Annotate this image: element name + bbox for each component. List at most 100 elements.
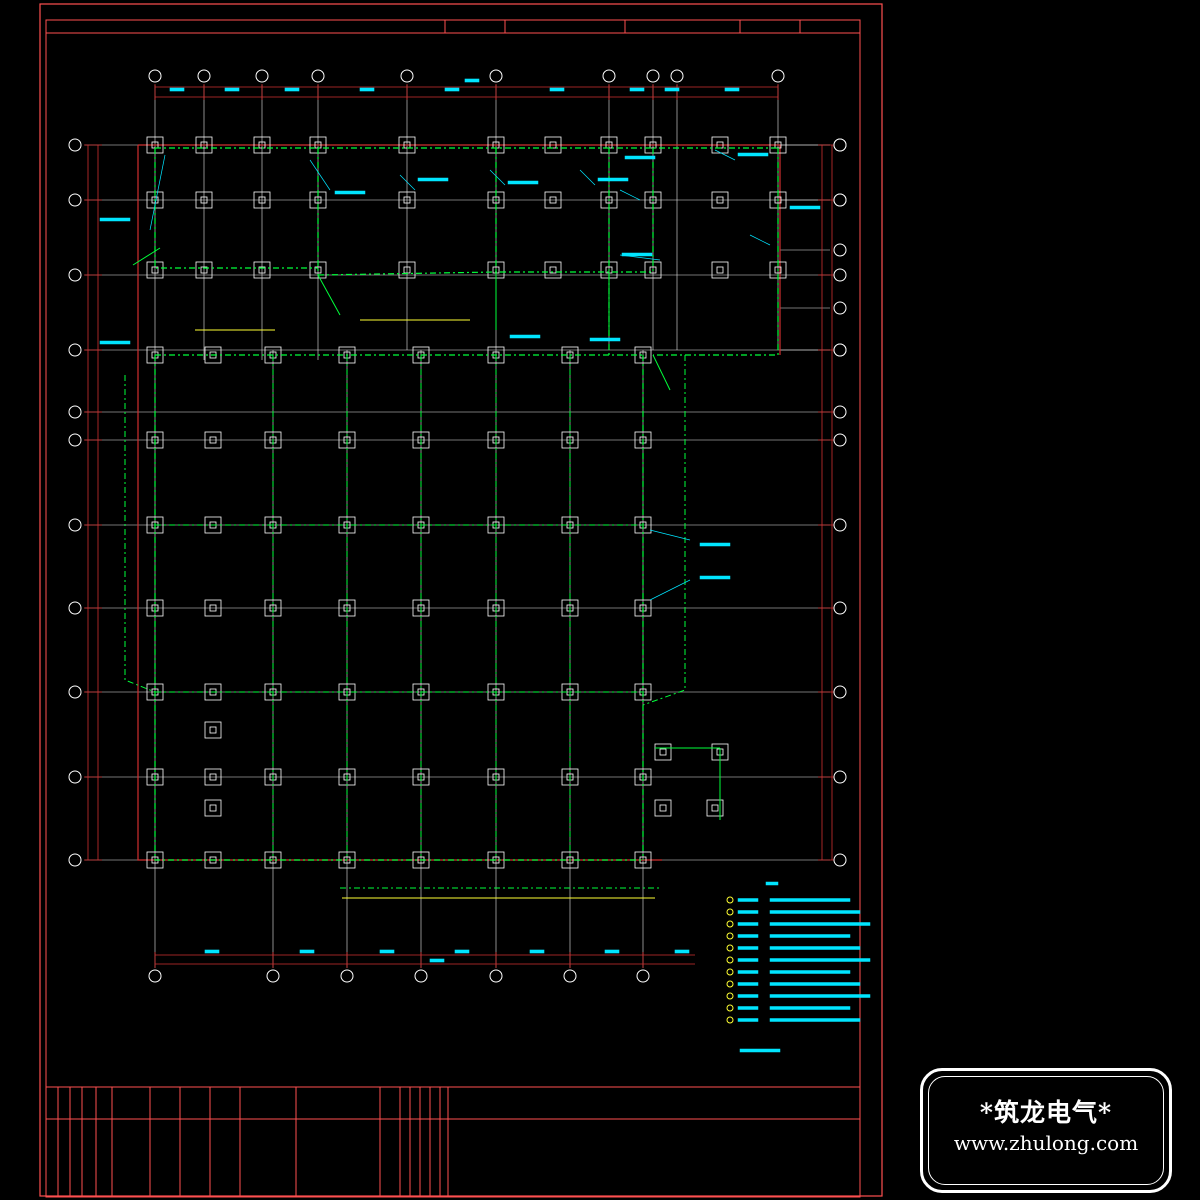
axis-bubble-top (670, 69, 684, 83)
legend-label (737, 946, 759, 950)
axis-bubble-right (833, 268, 847, 282)
callout-text (417, 177, 449, 182)
callout-text (99, 217, 131, 222)
title-block (45, 1086, 861, 1198)
callout-leader (649, 579, 691, 601)
axis-bubble-left (68, 405, 82, 419)
dimension-value (629, 87, 645, 92)
column-section (711, 804, 719, 812)
ground-conductor (124, 375, 156, 693)
connector-line (652, 354, 671, 391)
dimension-value (379, 949, 395, 954)
legend-label (737, 934, 759, 938)
axis-bubble-left (68, 193, 82, 207)
dimension-value (454, 949, 470, 954)
column-section (659, 748, 667, 756)
legend-label (737, 910, 759, 914)
foundation-pad (544, 261, 562, 279)
legend-description (769, 898, 851, 902)
callout-text (699, 542, 731, 547)
callout-text (789, 205, 821, 210)
callout-text (509, 334, 541, 339)
axis-bubble-left (68, 433, 82, 447)
axis-bubble-right (833, 685, 847, 699)
axis-bubble-right (833, 301, 847, 315)
dimension-value (299, 949, 315, 954)
foundation-pad (706, 799, 724, 817)
callout-leader (619, 189, 641, 201)
ground-conductor (154, 148, 318, 269)
legend-symbol (726, 992, 734, 1000)
axis-bubble-bottom (148, 969, 162, 983)
cad-drawing (39, 3, 883, 1198)
connector-line (132, 247, 161, 266)
axis-bubble-right (833, 243, 847, 257)
dimension-value (169, 87, 185, 92)
legend-symbol (726, 980, 734, 988)
column-section (209, 804, 217, 812)
dimension-value (549, 87, 565, 92)
axis-bubble-bottom (563, 969, 577, 983)
axis-bubble-right (833, 518, 847, 532)
legend-description (769, 1018, 861, 1022)
legend-label (737, 1006, 759, 1010)
legend-symbol (726, 920, 734, 928)
watermark-name: *筑龙电气* (979, 1098, 1113, 1127)
legend-label (737, 958, 759, 962)
legend-note (739, 1048, 781, 1053)
axis-bubble-top (255, 69, 269, 83)
legend-label (737, 982, 759, 986)
ground-conductor (642, 355, 686, 706)
axis-bubble-right (833, 433, 847, 447)
legend-description (769, 1006, 851, 1010)
callout-leader (309, 159, 331, 191)
legend-description (769, 946, 861, 950)
callout-text (99, 340, 131, 345)
axis-bubble-left (68, 343, 82, 357)
connector-line (317, 274, 341, 316)
foundation-pad (204, 721, 222, 739)
axis-bubble-left (68, 601, 82, 615)
foundation-pad (654, 743, 672, 761)
legend-symbol (726, 896, 734, 904)
callout-leader (579, 169, 596, 186)
axis-bubble-right (833, 853, 847, 867)
foundation-pad (654, 799, 672, 817)
dimension-value (724, 87, 740, 92)
axis-bubble-top (197, 69, 211, 83)
axis-bubble-right (833, 405, 847, 419)
axis-bubble-right (833, 770, 847, 784)
legend-symbol (726, 968, 734, 976)
ground-conductor (653, 148, 779, 356)
dimension-value (444, 87, 460, 92)
legend-description (769, 958, 871, 962)
legend-symbol (726, 956, 734, 964)
dimension-value (674, 949, 690, 954)
legend-description (769, 994, 871, 998)
callout-text (737, 152, 769, 157)
foundation-pad (711, 261, 729, 279)
callout-text (624, 155, 656, 160)
callout-leader (714, 149, 736, 161)
column-section (659, 804, 667, 812)
legend-title (765, 881, 779, 886)
axis-bubble-left (68, 268, 82, 282)
axis-bubble-top (148, 69, 162, 83)
column-section (549, 266, 557, 274)
callout-leader (649, 529, 691, 541)
legend-description (769, 934, 851, 938)
axis-bubble-bottom (636, 969, 650, 983)
building-outline (138, 144, 781, 355)
axis-bubble-top (646, 69, 660, 83)
dimension-value (664, 87, 680, 92)
callout-text (621, 252, 653, 257)
dimension-value (284, 87, 300, 92)
callout-text (507, 180, 539, 185)
axis-bubble-right (833, 343, 847, 357)
legend-label (737, 1018, 759, 1022)
legend-symbol (726, 908, 734, 916)
dimension-value (429, 958, 445, 963)
legend-symbol (726, 1004, 734, 1012)
axis-bubble-top (400, 69, 414, 83)
axis-bubble-top (489, 69, 503, 83)
